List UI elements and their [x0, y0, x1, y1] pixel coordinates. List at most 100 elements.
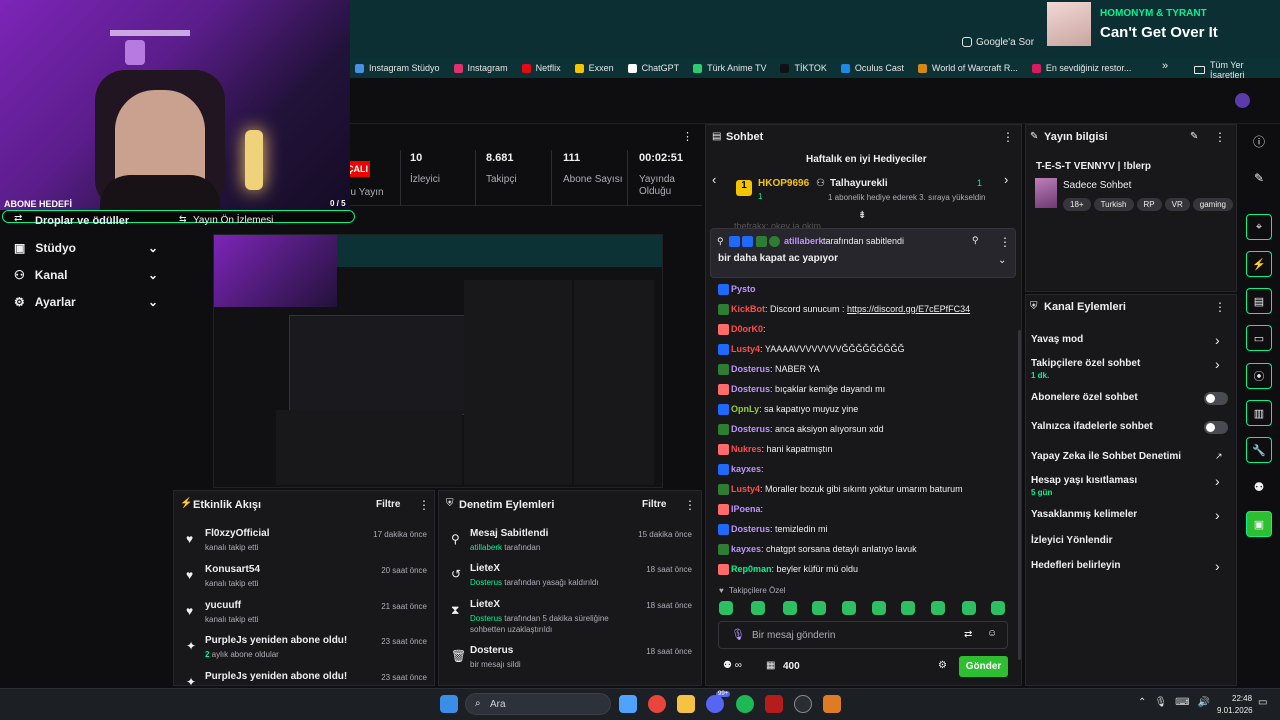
emote-icon[interactable] [842, 601, 856, 615]
bookmark-item[interactable]: World of Warcraft R... [917, 63, 1018, 73]
collapse-icon[interactable]: ⇟ [858, 210, 866, 221]
more-options-icon[interactable]: ⋮ [418, 498, 430, 512]
emote-icon[interactable] [901, 601, 915, 615]
chat-username[interactable]: kayxes [731, 544, 761, 554]
channel-action-item[interactable]: Hedefleri belirleyin [1031, 560, 1231, 571]
emote-icon[interactable] [962, 601, 976, 615]
tag[interactable]: RP [1136, 198, 1162, 211]
chat-username[interactable]: Dosterus [731, 364, 770, 374]
edit-icon[interactable]: ✎ [1246, 165, 1272, 191]
lightning-icon[interactable]: ⚡ [1246, 251, 1272, 277]
chat-username[interactable]: Pysto [731, 284, 756, 294]
gifters-next-button[interactable]: › [1004, 172, 1008, 187]
unpin-icon[interactable]: ⚲ [972, 235, 979, 246]
chat-username[interactable]: OpnLy [731, 404, 759, 414]
user-avatar[interactable] [1235, 93, 1250, 108]
bookmark-item[interactable]: Türk Anime TV [693, 63, 766, 73]
emote-icon[interactable] [783, 601, 797, 615]
bookmark-item[interactable]: En sevdiğiniz restor... [1031, 63, 1131, 73]
start-button[interactable] [440, 695, 458, 713]
bookmark-item[interactable]: Netflix [521, 63, 561, 73]
emote-icon[interactable] [931, 601, 945, 615]
chevron-down-icon[interactable]: ⌄ [998, 255, 1006, 266]
crosshair-icon[interactable]: ⌖ [1246, 214, 1272, 240]
microphone-icon[interactable]: 🎙 [731, 628, 745, 641]
channel-action-item[interactable]: Yapay Zeka ile Sohbet Denetimi [1031, 451, 1231, 462]
translate-icon[interactable]: ⇄ [964, 629, 972, 640]
chat-username[interactable]: Dosterus [731, 384, 770, 394]
more-options-icon[interactable]: ⋮ [684, 498, 696, 512]
taskbar-app-photos[interactable] [619, 695, 637, 713]
taskbar-app-spotify[interactable] [736, 695, 754, 713]
chat-username[interactable]: D0orK0 [731, 324, 763, 334]
more-options-icon[interactable]: ⋮ [1214, 130, 1226, 144]
notification-icon[interactable]: ▭ [1258, 697, 1267, 708]
chat-settings-icon[interactable]: ⚙ [938, 660, 947, 671]
more-options-icon[interactable]: ⋮ [682, 130, 693, 143]
info-icon[interactable]: ⓘ [1246, 128, 1272, 154]
chat-username[interactable]: Lusty4 [731, 344, 760, 354]
chat-scrollbar[interactable] [1018, 330, 1021, 660]
tag[interactable]: Turkish [1093, 198, 1134, 211]
send-button[interactable]: Gönder [959, 656, 1008, 677]
taskbar-app-explorer[interactable] [677, 695, 695, 713]
emoji-icon[interactable]: ☺ [987, 628, 997, 639]
taskbar-search[interactable]: ⌕ Ara [465, 693, 611, 715]
toggle-switch[interactable] [1204, 392, 1228, 405]
chat-username[interactable]: Nukres [731, 444, 762, 454]
chevron-right-icon[interactable]: › [1215, 356, 1268, 372]
channel-action-item[interactable]: Abonelere özel sohbet [1031, 392, 1231, 403]
chevron-right-icon[interactable]: › [1215, 558, 1268, 574]
bookmark-item[interactable]: Oculus Cast [840, 63, 904, 73]
channel-points-icon[interactable]: ⚉ ∞ [723, 660, 742, 671]
channel-action-item[interactable]: Yalnızca ifadelerle sohbet [1031, 421, 1231, 432]
tag[interactable]: 18+ [1063, 198, 1091, 211]
bookmark-item[interactable]: ChatGPT [627, 63, 679, 73]
channel-action-item[interactable]: Yavaş mod [1031, 334, 1231, 345]
emote-icon[interactable] [872, 601, 886, 615]
channel-action-item[interactable]: Yasaklanmış kelimeler [1031, 509, 1231, 520]
chevron-right-icon[interactable]: › [1215, 473, 1268, 489]
tag[interactable]: gaming [1192, 198, 1233, 211]
chat-username[interactable]: kayxes [731, 464, 761, 474]
emote-icon[interactable] [751, 601, 765, 615]
chat-username[interactable]: IPoena [731, 504, 761, 514]
edit-icon[interactable]: ✎ [1190, 131, 1198, 142]
taskbar-app-steam[interactable] [794, 695, 812, 713]
channel-action-item[interactable]: Takipçilere özel sohbet 1 dk. [1031, 358, 1231, 380]
tab-stream-preview[interactable]: Yayın Ön İzlemesi [193, 215, 273, 226]
bookmark-item[interactable]: Instagram Stüdyo [355, 63, 440, 73]
layout-icon[interactable]: ▥ [1246, 400, 1272, 426]
taskbar-app-obs[interactable] [765, 695, 783, 713]
gifters-prev-button[interactable]: ‹ [712, 172, 716, 187]
chat-username[interactable]: Lusty4 [731, 484, 760, 494]
document-icon[interactable]: ▤ [1246, 288, 1272, 314]
tray-icons[interactable]: ⌃🎙⌨🔊 [1138, 697, 1218, 708]
more-options-icon[interactable]: ⋮ [999, 235, 1011, 249]
activity-filter-button[interactable]: Filtre [376, 499, 400, 510]
bookmark-item[interactable]: Exxen [574, 63, 614, 73]
chat-username[interactable]: Rep0man [731, 564, 772, 574]
emote-icon[interactable] [812, 601, 826, 615]
emote-icon[interactable] [991, 601, 1005, 615]
nav-settings[interactable]: ⚙ Ayarlar ⌄ [0, 289, 172, 315]
taskbar-app-game[interactable] [823, 695, 841, 713]
stream-preview-frame[interactable] [213, 234, 663, 488]
moderation-filter-button[interactable]: Filtre [642, 499, 666, 510]
more-options-icon[interactable]: ⋮ [1214, 300, 1226, 314]
all-bookmarks-button[interactable]: Tüm Yer İşaretleri [1194, 60, 1280, 80]
chat-link[interactable]: https://discord.gg/E7cEPfFC34 [847, 304, 970, 314]
chevron-right-icon[interactable]: › [1215, 507, 1268, 523]
toggle-switch[interactable] [1204, 421, 1228, 434]
taskbar-app-discord[interactable] [706, 695, 724, 713]
external-link-icon[interactable]: ↗ [1215, 451, 1268, 462]
more-options-icon[interactable]: ⋮ [1002, 130, 1014, 144]
chat-username[interactable]: Dosterus [731, 424, 770, 434]
channel-action-item[interactable]: Hesap yaşı kısıtlaması 5 gün [1031, 475, 1231, 497]
chevron-right-icon[interactable]: › [1215, 332, 1268, 348]
emote-icon[interactable] [719, 601, 733, 615]
channel-action-item[interactable]: İzleyici Yönlendir [1031, 535, 1231, 546]
tag[interactable]: VR [1164, 198, 1190, 211]
bookmark-item[interactable]: TİKTOK [780, 63, 827, 73]
google-ask-button[interactable]: Google'a Sor [962, 34, 1034, 50]
